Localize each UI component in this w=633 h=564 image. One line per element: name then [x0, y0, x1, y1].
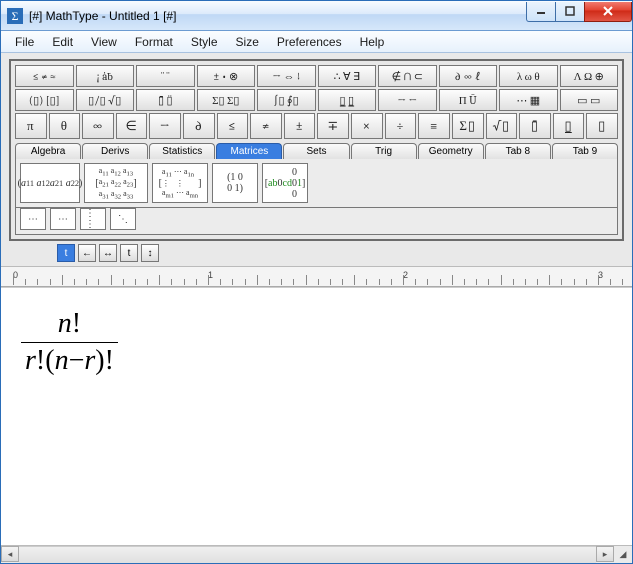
menu-help[interactable]: Help [352, 33, 393, 51]
close-button[interactable] [584, 2, 632, 22]
symbol-button[interactable]: ∉ ∩ ⊂ [378, 65, 437, 87]
symbol-button[interactable]: ▯̄ ▯̈ [136, 89, 195, 111]
symbol-button-large[interactable]: ∈ [116, 113, 148, 139]
tab-algebra[interactable]: Algebra [15, 143, 81, 159]
symbol-button-large[interactable]: ▯̲ [553, 113, 585, 139]
mini-toolbar: t←↔t↕ [9, 241, 624, 262]
menu-format[interactable]: Format [127, 33, 181, 51]
symbol-button[interactable]: Σ▯ Σ▯ [197, 89, 256, 111]
symbol-button-large[interactable]: ≡ [418, 113, 450, 139]
app-icon: Σ [7, 8, 23, 24]
svg-text:Σ: Σ [12, 9, 19, 23]
symbol-button-large[interactable]: ▯̄ [519, 113, 551, 139]
symbol-button-large[interactable]: √▯ [486, 113, 518, 139]
matrix-template-button[interactable]: (a11 a12a21 a22) [20, 163, 80, 203]
menu-file[interactable]: File [7, 33, 42, 51]
window-controls [527, 2, 632, 22]
symbol-button-large[interactable]: ÷ [385, 113, 417, 139]
dots-template-button[interactable]: ⋯ [50, 208, 76, 230]
dots-template-button[interactable]: ⋮ ⋮ [80, 208, 106, 230]
matrix-template-button[interactable]: (1 00 1) [212, 163, 258, 203]
tab-statistics[interactable]: Statistics [149, 143, 215, 159]
formula[interactable]: n! r!(n−r)! [21, 308, 118, 377]
scroll-right-button[interactable]: ▸ [596, 546, 614, 562]
menubar: FileEditViewFormatStyleSizePreferencesHe… [1, 31, 632, 53]
symbol-button[interactable]: ▯/▯ √▯ [76, 89, 135, 111]
titlebar[interactable]: Σ [#] MathType - Untitled 1 [#] [1, 1, 632, 31]
symbol-button[interactable]: ∴ ∀ ∃ [318, 65, 377, 87]
template-row-2: ⋯⋯⋮ ⋮⋱ [15, 208, 618, 235]
menu-preferences[interactable]: Preferences [269, 33, 350, 51]
ruler[interactable]: 0123 [1, 267, 632, 287]
tab-geometry[interactable]: Geometry [418, 143, 484, 159]
scroll-left-button[interactable]: ◂ [1, 546, 19, 562]
symbol-button-large[interactable]: ∓ [317, 113, 349, 139]
template-row: (a11 a12a21 a22)[a11 a12 a13a21 a22 a23a… [15, 159, 618, 208]
mini-tool-button[interactable]: ↕ [141, 244, 159, 262]
symbol-button-large[interactable]: Σ▯ [452, 113, 484, 139]
dots-template-button[interactable]: ⋱ [110, 208, 136, 230]
horizontal-scrollbar[interactable] [19, 546, 596, 563]
toolbar-area: ≤ ≠ ≈¡ ȧƀ¨ ¨± • ⊗→ ⇔ ↓∴ ∀ ∃∉ ∩ ⊂∂ ∞ ℓλ ω… [1, 53, 632, 267]
tab-sets[interactable]: Sets [283, 143, 349, 159]
tab-matrices[interactable]: Matrices [216, 143, 282, 159]
symbol-button-large[interactable]: ▯ [586, 113, 618, 139]
mini-tool-button[interactable]: t [57, 244, 75, 262]
symbol-button-large[interactable]: θ [49, 113, 81, 139]
symbol-panel: ≤ ≠ ≈¡ ȧƀ¨ ¨± • ⊗→ ⇔ ↓∴ ∀ ∃∉ ∩ ⊂∂ ∞ ℓλ ω… [9, 59, 624, 241]
mini-tool-button[interactable]: t [120, 244, 138, 262]
symbol-button-large[interactable]: ≠ [250, 113, 282, 139]
symbol-button-large[interactable]: ± [284, 113, 316, 139]
symbol-button-large[interactable]: ≤ [217, 113, 249, 139]
symbol-button[interactable]: ± • ⊗ [197, 65, 256, 87]
tab-tab-8[interactable]: Tab 8 [485, 143, 551, 159]
minimize-button[interactable] [526, 2, 556, 22]
app-window: Σ [#] MathType - Untitled 1 [#] FileEdit… [0, 0, 633, 564]
symbol-button-large[interactable]: ∞ [82, 113, 114, 139]
template-tabs: AlgebraDerivsStatisticsMatricesSetsTrigG… [15, 143, 618, 159]
matrix-template-button[interactable]: [a11 ⋯ a1n⋮ ⋮am1 ⋯ amn] [152, 163, 208, 203]
symbol-button[interactable]: ∫▯ ∮▯ [257, 89, 316, 111]
symbol-button-large[interactable]: × [351, 113, 383, 139]
symbol-button[interactable]: ¡ ȧƀ [76, 65, 135, 87]
symbol-button[interactable]: (▯) [▯] [15, 89, 74, 111]
matrix-template-button[interactable]: [a b 0c d 00 0 1] [262, 163, 308, 203]
tab-tab-9[interactable]: Tab 9 [552, 143, 618, 159]
mini-tool-button[interactable]: ↔ [99, 244, 117, 262]
symbol-button[interactable]: ≤ ≠ ≈ [15, 65, 74, 87]
window-title: [#] MathType - Untitled 1 [#] [29, 9, 527, 23]
symbol-button[interactable]: ▭ ▭ [560, 89, 619, 111]
symbol-button-large[interactable]: ∂ [183, 113, 215, 139]
resize-grip[interactable]: ◢ [614, 546, 632, 562]
symbol-button-large[interactable]: → [149, 113, 181, 139]
symbol-button[interactable]: Λ Ω ⊕ [560, 65, 619, 87]
formula-numerator: n! [58, 308, 81, 339]
symbol-button[interactable]: ⋯ ▦ [499, 89, 558, 111]
formula-denominator: r!(n−r)! [25, 345, 114, 376]
menu-view[interactable]: View [83, 33, 125, 51]
tab-trig[interactable]: Trig [351, 143, 417, 159]
tab-derivs[interactable]: Derivs [82, 143, 148, 159]
statusbar: ◂ ▸ ◢ [1, 545, 632, 563]
symbol-button[interactable]: → ← [378, 89, 437, 111]
symbol-button[interactable]: λ ω θ [499, 65, 558, 87]
menu-edit[interactable]: Edit [44, 33, 81, 51]
editor-canvas[interactable]: n! r!(n−r)! [1, 287, 632, 545]
symbol-button-large[interactable]: π [15, 113, 47, 139]
dots-template-button[interactable]: ⋯ [20, 208, 46, 230]
symbol-button[interactable]: Π Ū [439, 89, 498, 111]
menu-style[interactable]: Style [183, 33, 226, 51]
menu-size[interactable]: Size [228, 33, 267, 51]
mini-tool-button[interactable]: ← [78, 244, 96, 262]
symbol-button[interactable]: ▯̲ ▯̲ [318, 89, 377, 111]
symbol-button[interactable]: ¨ ¨ [136, 65, 195, 87]
maximize-button[interactable] [555, 2, 585, 22]
symbol-button[interactable]: ∂ ∞ ℓ [439, 65, 498, 87]
symbol-button[interactable]: → ⇔ ↓ [257, 65, 316, 87]
matrix-template-button[interactable]: [a11 a12 a13a21 a22 a23a31 a32 a33] [84, 163, 148, 203]
